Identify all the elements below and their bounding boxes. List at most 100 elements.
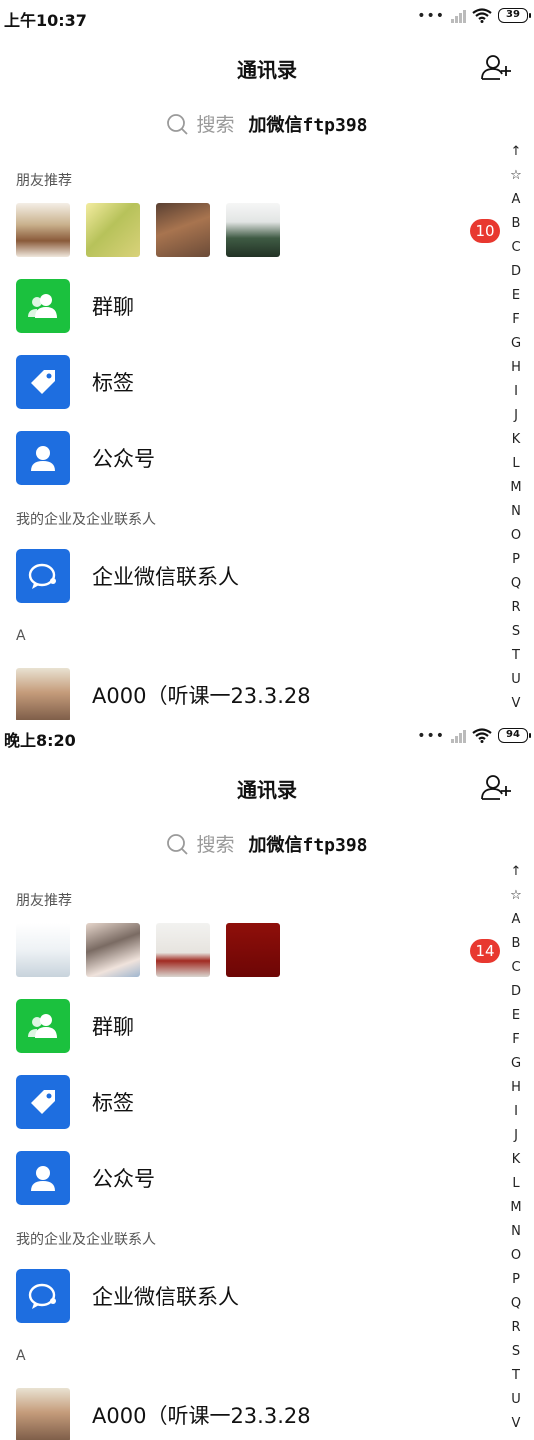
add-contact-icon[interactable] <box>480 772 512 802</box>
index-letter[interactable]: C <box>511 956 520 980</box>
contact-name: A000（听课一23.3.28 <box>92 684 311 708</box>
index-letter[interactable]: B <box>512 932 521 956</box>
menu-item-official-accounts[interactable]: 公众号 <box>16 1151 155 1205</box>
section-label-a: A <box>16 1348 26 1364</box>
official-account-icon <box>16 431 70 485</box>
menu-item-group-chat[interactable]: 群聊 <box>16 999 134 1053</box>
index-letter[interactable]: ↑ <box>511 860 522 884</box>
index-letter[interactable]: O <box>511 1244 521 1268</box>
menu-item-tags[interactable]: 标签 <box>16 1075 134 1129</box>
index-letter[interactable]: V <box>512 692 521 716</box>
contact-item[interactable]: A000（听课一23.3.28 <box>16 1388 311 1440</box>
official-account-icon <box>16 1151 70 1205</box>
index-letter[interactable]: U <box>511 1388 521 1412</box>
index-letter[interactable]: Q <box>511 1292 521 1316</box>
contact-name: A000（听课一23.3.28 <box>92 1404 311 1428</box>
promo-text: 加微信ftp398 <box>248 114 368 136</box>
index-letter[interactable]: ☆ <box>510 884 522 908</box>
more-dots-icon: ••• <box>417 727 445 744</box>
index-letter[interactable]: E <box>512 284 520 308</box>
index-letter[interactable]: K <box>512 428 521 452</box>
index-letter[interactable]: E <box>512 1004 520 1028</box>
index-letter[interactable]: A <box>512 908 521 932</box>
friend-recommend-thumbs[interactable] <box>16 923 280 977</box>
friend-recommend-thumbs[interactable] <box>16 203 280 257</box>
search-bar[interactable]: 搜索 加微信ftp398 <box>0 110 534 137</box>
index-letter[interactable]: C <box>511 236 520 260</box>
index-letter[interactable]: I <box>514 1100 518 1124</box>
alphabet-index[interactable]: ↑ ☆ A B C D E F G H I J K L M N O P Q R … <box>506 140 526 716</box>
signal-icon <box>451 729 466 743</box>
index-letter[interactable]: T <box>512 1364 520 1388</box>
index-letter[interactable]: H <box>511 356 521 380</box>
index-letter[interactable]: F <box>512 308 519 332</box>
more-dots-icon: ••• <box>417 7 445 24</box>
index-letter[interactable]: T <box>512 644 520 668</box>
search-bar[interactable]: 搜索 加微信ftp398 <box>0 830 534 857</box>
index-letter[interactable]: H <box>511 1076 521 1100</box>
index-letter[interactable]: U <box>511 668 521 692</box>
index-letter[interactable]: L <box>512 1172 519 1196</box>
menu-item-label: 企业微信联系人 <box>92 565 239 589</box>
index-letter[interactable]: S <box>512 620 520 644</box>
index-letter[interactable]: N <box>511 500 521 524</box>
index-letter[interactable]: D <box>511 260 521 284</box>
contact-item[interactable]: A000（听课一23.3.28 <box>16 668 311 720</box>
enterprise-contact-icon <box>16 549 70 603</box>
thumbnail-chair[interactable] <box>156 923 210 977</box>
thumbnail-portrait[interactable] <box>86 923 140 977</box>
thumbnail-dog[interactable] <box>156 203 210 257</box>
unread-badge: 14 <box>470 939 500 963</box>
index-letter[interactable]: R <box>511 1316 520 1340</box>
index-letter[interactable]: Q <box>511 572 521 596</box>
index-letter[interactable]: P <box>512 548 520 572</box>
page-title: 通讯录 <box>237 778 297 802</box>
group-chat-icon <box>16 279 70 333</box>
thumbnail-cup[interactable] <box>86 203 140 257</box>
index-letter[interactable]: J <box>514 1124 518 1148</box>
index-letter[interactable]: A <box>512 188 521 212</box>
index-letter[interactable]: J <box>514 404 518 428</box>
thumbnail-mountain[interactable] <box>226 203 280 257</box>
index-letter[interactable]: G <box>511 1052 521 1076</box>
contacts-screen-1: 上午10:37 ••• 39 通讯录 搜索 加微信ftp398 朋友推荐 10 … <box>0 0 534 720</box>
index-letter[interactable]: ↑ <box>511 140 522 164</box>
menu-item-enterprise-contacts[interactable]: 企业微信联系人 <box>16 1269 239 1323</box>
index-letter[interactable]: D <box>511 980 521 1004</box>
enterprise-contact-icon <box>16 1269 70 1323</box>
thumbnail-ink-painting[interactable] <box>16 923 70 977</box>
index-letter[interactable]: I <box>514 380 518 404</box>
menu-item-group-chat[interactable]: 群聊 <box>16 279 134 333</box>
index-letter[interactable]: ☆ <box>510 164 522 188</box>
battery-icon: 39 <box>498 8 531 23</box>
index-letter[interactable]: M <box>510 1196 521 1220</box>
thumbnail-pagoda[interactable] <box>16 203 70 257</box>
index-letter[interactable]: P <box>512 1268 520 1292</box>
section-label-enterprise: 我的企业及企业联系人 <box>16 1232 156 1248</box>
battery-icon: 94 <box>498 728 531 743</box>
index-letter[interactable]: O <box>511 524 521 548</box>
index-letter[interactable]: L <box>512 452 519 476</box>
menu-item-label: 标签 <box>92 371 134 395</box>
menu-item-official-accounts[interactable]: 公众号 <box>16 431 155 485</box>
menu-item-tags[interactable]: 标签 <box>16 355 134 409</box>
index-letter[interactable]: S <box>512 1340 520 1364</box>
index-letter[interactable]: N <box>511 1220 521 1244</box>
section-label-enterprise: 我的企业及企业联系人 <box>16 512 156 528</box>
index-letter[interactable]: G <box>511 332 521 356</box>
menu-item-enterprise-contacts[interactable]: 企业微信联系人 <box>16 549 239 603</box>
add-contact-icon[interactable] <box>480 52 512 82</box>
index-letter[interactable]: V <box>512 1412 521 1436</box>
status-bar: 上午10:37 ••• 39 <box>0 0 534 34</box>
thumbnail-red-cover[interactable] <box>226 923 280 977</box>
alphabet-index[interactable]: ↑ ☆ A B C D E F G H I J K L M N O P Q R … <box>506 860 526 1436</box>
index-letter[interactable]: B <box>512 212 521 236</box>
index-letter[interactable]: R <box>511 596 520 620</box>
index-letter[interactable]: M <box>510 476 521 500</box>
menu-item-label: 企业微信联系人 <box>92 1285 239 1309</box>
page-title: 通讯录 <box>237 58 297 82</box>
tag-icon <box>16 355 70 409</box>
menu-item-label: 标签 <box>92 1091 134 1115</box>
index-letter[interactable]: F <box>512 1028 519 1052</box>
index-letter[interactable]: K <box>512 1148 521 1172</box>
